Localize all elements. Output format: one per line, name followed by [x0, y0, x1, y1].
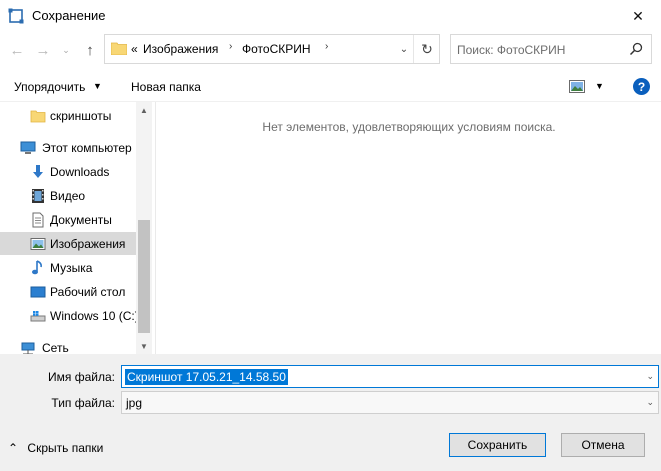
sidebar-scrollbar[interactable]: ▲ ▼	[136, 102, 152, 354]
organize-caret-icon[interactable]: ▼	[93, 81, 102, 91]
folder-icon	[111, 42, 127, 55]
filename-label: Имя файла:	[48, 370, 115, 384]
save-dialog-icon	[8, 8, 24, 24]
organize-button[interactable]: Упорядочить	[14, 80, 85, 94]
sidebar-item-network[interactable]: Сеть	[0, 336, 136, 354]
address-overflow[interactable]: «	[131, 42, 138, 56]
pictures-icon	[30, 238, 46, 250]
refresh-button[interactable]: ↻	[413, 35, 440, 63]
sidebar-item-label: Документы	[50, 213, 112, 227]
folder-icon	[30, 110, 46, 123]
recent-locations-button[interactable]: ⌄	[60, 38, 72, 62]
sidebar-item-screenshots[interactable]: скриншоты	[0, 104, 136, 127]
sidebar-item-label: Downloads	[50, 165, 110, 179]
command-bar: Упорядочить ▼ Новая папка ▼ ?	[0, 72, 661, 102]
window-title: Сохранение	[32, 8, 106, 23]
sidebar-item-drive-c[interactable]: Windows 10 (C:)	[0, 304, 139, 327]
computer-icon	[20, 141, 36, 154]
address-crumb-fotoskrin[interactable]: ФотоСКРИН	[242, 42, 311, 56]
address-crumb-pictures[interactable]: Изображения	[143, 42, 218, 56]
sidebar-item-videos[interactable]: Видео	[0, 184, 136, 207]
sidebar-item-this-pc[interactable]: Этот компьютер	[0, 136, 136, 159]
title-bar: Сохранение ✕	[0, 0, 661, 32]
sidebar-item-label: Музыка	[50, 261, 93, 275]
address-separator[interactable]: ›	[325, 41, 328, 52]
hide-folders-button[interactable]: ⌃ Скрыть папки	[8, 441, 103, 455]
sidebar-item-pictures[interactable]: Изображения	[0, 232, 136, 255]
scroll-up-icon[interactable]: ▲	[136, 102, 152, 118]
address-separator[interactable]: ›	[229, 41, 232, 52]
empty-results-message: Нет элементов, удовлетворяющих условиям …	[262, 120, 556, 134]
desktop-icon	[30, 286, 46, 298]
scroll-down-icon[interactable]: ▼	[136, 338, 152, 354]
network-icon	[21, 342, 35, 354]
sidebar-item-label: Windows 10 (C:)	[50, 309, 139, 323]
scrollbar-thumb[interactable]	[138, 220, 150, 333]
document-icon	[32, 212, 44, 228]
filename-dropdown-icon[interactable]: ⌄	[646, 371, 654, 382]
sidebar-item-downloads[interactable]: Downloads	[0, 160, 136, 183]
filetype-dropdown-icon[interactable]: ⌄	[646, 397, 654, 408]
video-icon	[32, 189, 44, 203]
chevron-up-icon: ⌃	[8, 441, 19, 455]
sidebar-item-desktop[interactable]: Рабочий стол	[0, 280, 136, 303]
back-button[interactable]: ←	[6, 38, 28, 62]
sidebar-item-label: Сеть	[42, 341, 69, 354]
sidebar-item-label: скриншоты	[50, 109, 112, 123]
sidebar-item-music[interactable]: Музыка	[0, 256, 136, 279]
filename-input[interactable]: Скриншот 17.05.21_14.58.50 ⌄	[121, 365, 659, 388]
filetype-label: Тип файла:	[51, 396, 115, 410]
save-button[interactable]: Сохранить	[449, 433, 546, 457]
sidebar-item-label: Этот компьютер	[42, 141, 132, 155]
filename-value[interactable]: Скриншот 17.05.21_14.58.50	[125, 369, 288, 385]
hide-folders-label: Скрыть папки	[27, 441, 104, 455]
sidebar-item-label: Видео	[50, 189, 86, 203]
new-folder-button[interactable]: Новая папка	[131, 80, 201, 94]
cancel-button[interactable]: Отмена	[561, 433, 645, 457]
search-placeholder: Поиск: ФотоСКРИН	[457, 43, 566, 57]
help-icon[interactable]: ?	[633, 78, 650, 95]
view-dropdown-icon[interactable]: ▼	[595, 81, 604, 91]
refresh-icon: ↻	[421, 40, 433, 57]
close-button[interactable]: ✕	[615, 0, 661, 32]
filetype-select[interactable]: jpg ⌄	[121, 391, 659, 414]
music-icon	[32, 260, 42, 275]
search-input[interactable]: Поиск: ФотоСКРИН	[450, 34, 652, 64]
sidebar-item-label: Изображения	[50, 237, 126, 251]
sidebar-item-label: Рабочий стол	[50, 285, 126, 299]
sidebar-item-documents[interactable]: Документы	[0, 208, 136, 231]
search-icon[interactable]	[629, 42, 643, 56]
view-options-icon[interactable]	[569, 80, 585, 93]
forward-button[interactable]: →	[32, 38, 54, 62]
filetype-value: jpg	[126, 396, 143, 410]
download-icon	[33, 165, 43, 178]
up-button[interactable]: ↑	[79, 38, 101, 62]
address-bar[interactable]: « Изображения › ФотоСКРИН › ⌄ ↻	[104, 34, 440, 64]
address-dropdown-button[interactable]: ⌄	[395, 35, 413, 63]
navigation-pane: скриншоты Этот компьютер Downloads Видео…	[0, 102, 152, 354]
file-list-area[interactable]: Нет элементов, удовлетворяющих условиям …	[155, 102, 661, 354]
drive-icon	[30, 311, 46, 322]
